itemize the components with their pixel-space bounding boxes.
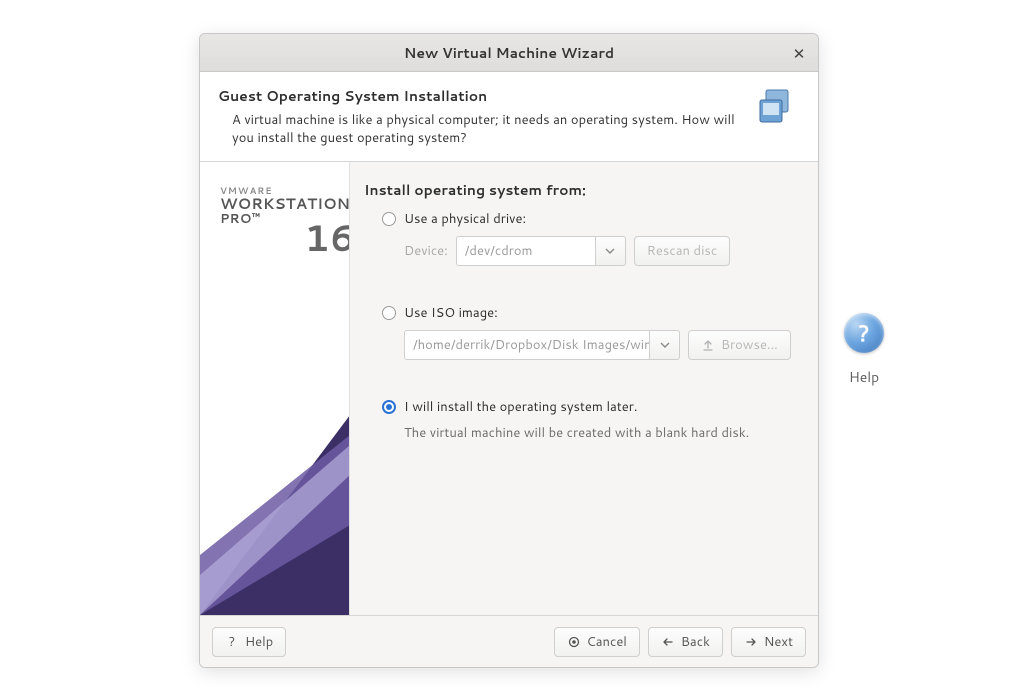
new-vm-wizard-dialog: New Virtual Machine Wizard ✕ Guest Opera… [199, 33, 819, 668]
help-orb-icon: ? [844, 313, 884, 353]
chevron-down-icon[interactable] [596, 236, 626, 266]
vm-icon [756, 88, 796, 128]
window-title: New Virtual Machine Wizard [404, 43, 614, 63]
iso-path-select[interactable]: /home/derrik/Dropbox/Disk Images/windows… [404, 330, 680, 360]
radio-physical-drive[interactable] [382, 212, 396, 226]
radio-install-later[interactable] [382, 400, 396, 414]
desktop-help-shortcut[interactable]: ? Help [824, 313, 904, 387]
device-label: Device: [404, 242, 448, 260]
next-button[interactable]: Next [731, 627, 806, 657]
iso-path-value: /home/derrik/Dropbox/Disk Images/windows… [404, 330, 650, 360]
wizard-header: Guest Operating System Installation A vi… [200, 72, 818, 162]
page-title: Guest Operating System Installation [218, 86, 744, 106]
upload-icon [701, 338, 715, 352]
option-install-later: I will install the operating system late… [364, 398, 798, 442]
help-shortcut-label: Help [824, 367, 904, 387]
cancel-icon [567, 635, 581, 649]
rescan-disc-button[interactable]: Rescan disc [634, 236, 730, 266]
close-icon[interactable]: ✕ [786, 40, 812, 66]
wizard-content: Install operating system from: Use a phy… [350, 162, 818, 615]
device-select[interactable]: /dev/cdrom [456, 236, 626, 266]
radio-iso-image[interactable] [382, 306, 396, 320]
page-description: A virtual machine is like a physical com… [218, 112, 738, 147]
chevron-down-icon[interactable] [650, 330, 680, 360]
browse-button[interactable]: Browse... [688, 330, 791, 360]
cancel-button[interactable]: Cancel [554, 627, 640, 657]
brand-sidebar: VMWARE WORKSTATION PRO™ 16 [200, 162, 350, 615]
help-button[interactable]: ? Help [212, 627, 286, 657]
install-from-title: Install operating system from: [364, 180, 798, 200]
device-value: /dev/cdrom [456, 236, 596, 266]
label-physical-drive: Use a physical drive: [404, 210, 526, 228]
help-icon: ? [225, 635, 239, 649]
titlebar[interactable]: New Virtual Machine Wizard ✕ [200, 34, 818, 72]
arrow-left-icon [661, 635, 675, 649]
option-iso-image: Use ISO image: /home/derrik/Dropbox/Disk… [364, 304, 798, 360]
back-button[interactable]: Back [648, 627, 723, 657]
brand-graphic [200, 315, 350, 615]
arrow-right-icon [744, 635, 758, 649]
label-install-later: I will install the operating system late… [404, 398, 637, 416]
brand-version: 16 [304, 212, 350, 263]
option-physical-drive: Use a physical drive: Device: /dev/cdrom… [364, 210, 798, 266]
wizard-footer: ? Help Cancel Back Next [200, 615, 818, 667]
install-later-sub: The virtual machine will be created with… [382, 424, 798, 442]
label-iso-image: Use ISO image: [404, 304, 498, 322]
